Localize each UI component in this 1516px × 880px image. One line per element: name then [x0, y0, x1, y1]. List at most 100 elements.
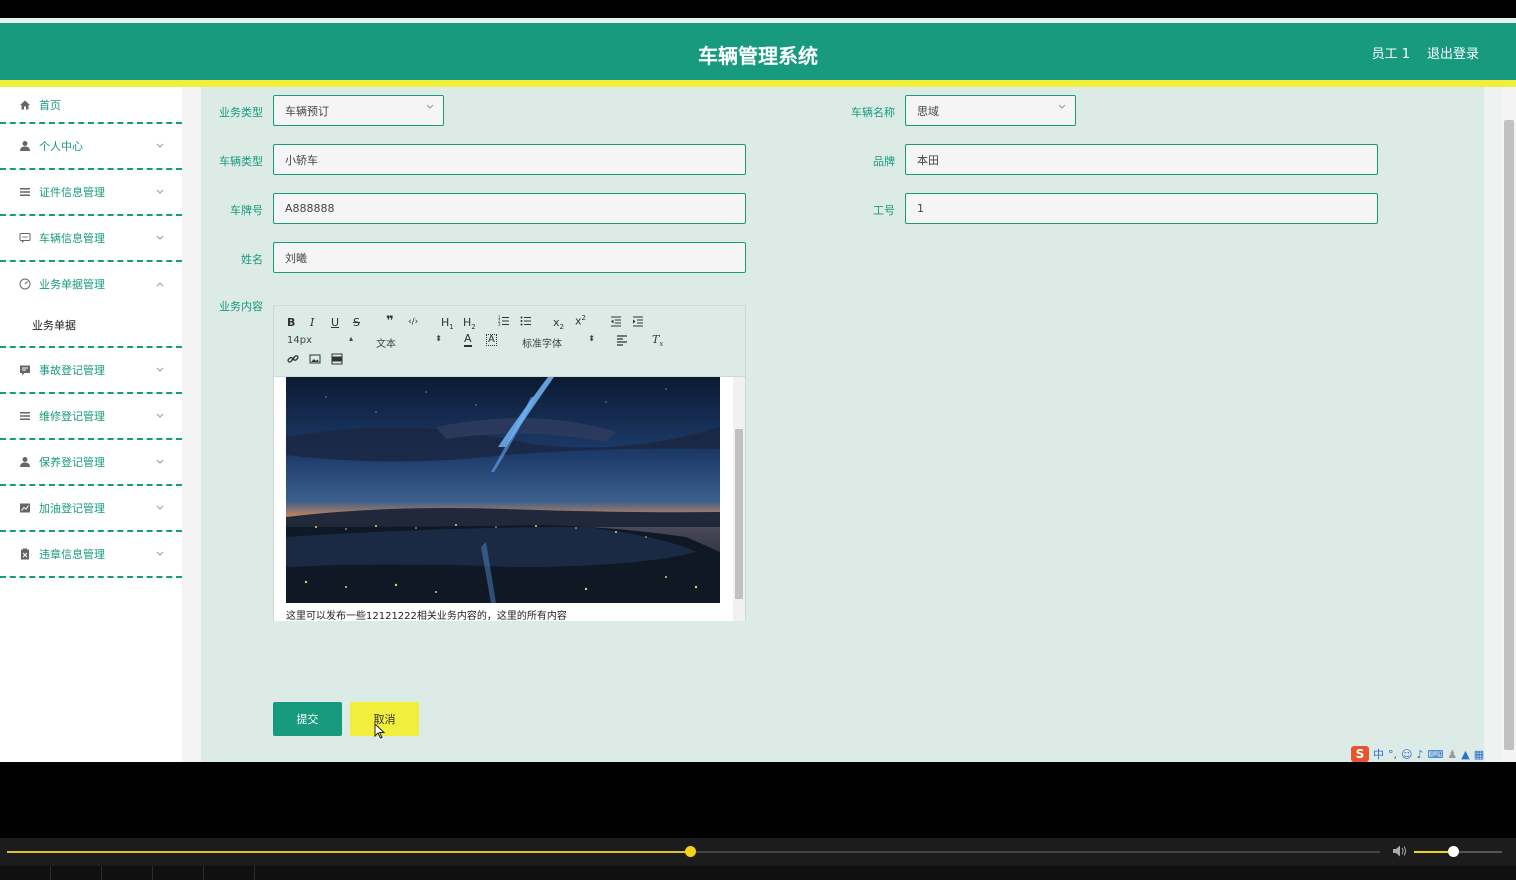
indent-icon[interactable]: [632, 315, 644, 330]
blockquote-icon[interactable]: ❞: [386, 314, 394, 329]
editor-content[interactable]: 这里可以发布一些12121222相关业务内容的，这里的所有内容: [274, 376, 745, 622]
vehicle-name-value: 思域: [917, 104, 939, 118]
name-input[interactable]: 刘曦: [273, 242, 746, 273]
volume-handle[interactable]: [1448, 846, 1459, 857]
sidebar-item-refuel[interactable]: 加油登记管理: [0, 486, 182, 532]
bullet-list-icon[interactable]: [520, 315, 532, 330]
chevron-down-icon: [156, 550, 164, 558]
submit-button[interactable]: 提交: [273, 702, 342, 736]
grid-icon[interactable]: ▦: [1474, 748, 1484, 761]
chevron-down-icon: [156, 412, 164, 420]
chat-icon: [19, 232, 31, 244]
sidebar-item-violations[interactable]: 违章信息管理: [0, 532, 182, 578]
text-type-picker[interactable]: 文本 ⬍: [376, 334, 442, 350]
subscript-icon[interactable]: x2: [553, 316, 564, 331]
up-down-icon: ⬍: [588, 334, 595, 343]
page-scroll-thumb[interactable]: [1504, 120, 1514, 750]
sidebar-item-maintenance[interactable]: 保养登记管理: [0, 440, 182, 486]
ime-mode[interactable]: 中: [1373, 746, 1384, 762]
vehicle-type-input[interactable]: 小轿车: [273, 144, 746, 175]
sidebar-item-label: 维修登记管理: [39, 410, 105, 423]
punctuation-icon[interactable]: °,: [1388, 748, 1397, 761]
sidebar-item-personal[interactable]: 个人中心: [0, 124, 182, 170]
h2-icon[interactable]: H2: [463, 316, 476, 331]
sidebar-item-business[interactable]: 业务单据管理: [0, 262, 182, 306]
brand-label: 品牌: [873, 155, 895, 168]
clear-format-icon[interactable]: Tx: [652, 333, 663, 348]
vehicle-name-select[interactable]: 思域: [905, 95, 1076, 126]
employee-no-input[interactable]: 1: [905, 193, 1378, 224]
strike-icon[interactable]: S: [353, 316, 360, 329]
font-family-picker[interactable]: 标准字体 ⬍: [522, 334, 595, 350]
list-icon: [19, 410, 31, 422]
chevron-down-icon: [156, 504, 164, 512]
content-label: 业务内容: [219, 300, 263, 313]
microphone-icon[interactable]: ♪: [1416, 748, 1423, 761]
user-icon[interactable]: ♟: [1447, 748, 1457, 761]
h1-icon[interactable]: H1: [441, 316, 454, 331]
editor-scrollbar[interactable]: [733, 377, 745, 621]
background-color-icon[interactable]: A: [486, 334, 497, 346]
font-size-picker[interactable]: 14px ▴: [287, 334, 353, 346]
video-icon[interactable]: [331, 353, 343, 368]
sidebar-item-home[interactable]: 首页: [0, 87, 182, 124]
skin-icon[interactable]: ▲: [1461, 748, 1469, 761]
chevron-down-icon: [156, 234, 164, 242]
business-type-value: 车辆预订: [285, 104, 329, 118]
app-header: 车辆管理系统 员工 1 退出登录: [0, 23, 1516, 80]
editor-scroll-thumb[interactable]: [735, 429, 743, 599]
rich-text-editor: B I U S ❞ ‹/› H1 H2 123 x2 x2 14px ▴ 文本 …: [273, 305, 746, 622]
sidebar-item-accidents[interactable]: 事故登记管理: [0, 348, 182, 394]
list-icon: [19, 186, 31, 198]
plate-label: 车牌号: [230, 204, 263, 217]
vehicle-name-label: 车辆名称: [851, 106, 895, 119]
mouse-cursor-icon: [374, 723, 386, 739]
code-icon[interactable]: ‹/›: [408, 317, 418, 327]
image-icon[interactable]: [309, 353, 321, 368]
bold-icon[interactable]: B: [287, 316, 295, 329]
comment-icon: [19, 364, 31, 376]
sidebar-subitem-business-docs[interactable]: 业务单据: [0, 306, 182, 348]
sidebar-item-label: 个人中心: [39, 140, 83, 153]
sidebar-item-repairs[interactable]: 维修登记管理: [0, 394, 182, 440]
editor-text: 这里可以发布一些12121222相关业务内容的，这里的所有内容: [286, 611, 567, 622]
text-type-value: 文本: [376, 339, 396, 350]
keyboard-icon[interactable]: ⌨: [1428, 748, 1444, 761]
emoji-icon[interactable]: ☺: [1401, 748, 1412, 761]
sidebar-gap: [182, 87, 201, 762]
sidebar-item-label: 车辆信息管理: [39, 232, 105, 245]
link-icon[interactable]: [287, 353, 299, 368]
sogou-logo-icon[interactable]: S: [1351, 746, 1369, 762]
logout-link[interactable]: 退出登录: [1427, 43, 1479, 62]
up-down-icon: ▴: [348, 334, 353, 343]
home-icon: [19, 99, 31, 111]
clipboard-icon: [19, 548, 31, 560]
volume-icon[interactable]: [1392, 844, 1408, 858]
chart-icon: [19, 502, 31, 514]
page-title: 车辆管理系统: [698, 44, 818, 68]
italic-icon[interactable]: I: [310, 316, 314, 329]
sidebar-item-label: 违章信息管理: [39, 548, 105, 561]
sidebar-item-label: 加油登记管理: [39, 502, 105, 515]
outdent-icon[interactable]: [610, 315, 622, 330]
sidebar-item-label: 业务单据管理: [39, 278, 105, 291]
sidebar: 首页 个人中心 证件信息管理 车辆信息管理 业务单据管理 业务单据 事故登记管理…: [0, 87, 182, 762]
ordered-list-icon[interactable]: 123: [498, 315, 510, 330]
sidebar-item-vehicles[interactable]: 车辆信息管理: [0, 216, 182, 262]
chevron-up-icon: [156, 280, 164, 288]
plate-input[interactable]: A888888: [273, 193, 746, 224]
progress-handle[interactable]: [685, 846, 696, 857]
name-label: 姓名: [241, 253, 263, 266]
embedded-night-sky-image: [286, 377, 720, 603]
business-type-select[interactable]: 车辆预订: [273, 95, 444, 126]
sidebar-item-label: 事故登记管理: [39, 364, 105, 377]
brand-input[interactable]: 本田: [905, 144, 1378, 175]
business-type-label: 业务类型: [219, 106, 263, 119]
underline-icon[interactable]: U: [331, 316, 339, 329]
font-color-icon[interactable]: A: [464, 333, 472, 347]
align-icon[interactable]: [616, 334, 628, 349]
user-icon: [19, 140, 31, 152]
sidebar-item-certificates[interactable]: 证件信息管理: [0, 170, 182, 216]
font-size-value: 14px: [287, 335, 312, 346]
superscript-icon[interactable]: x2: [575, 314, 586, 328]
